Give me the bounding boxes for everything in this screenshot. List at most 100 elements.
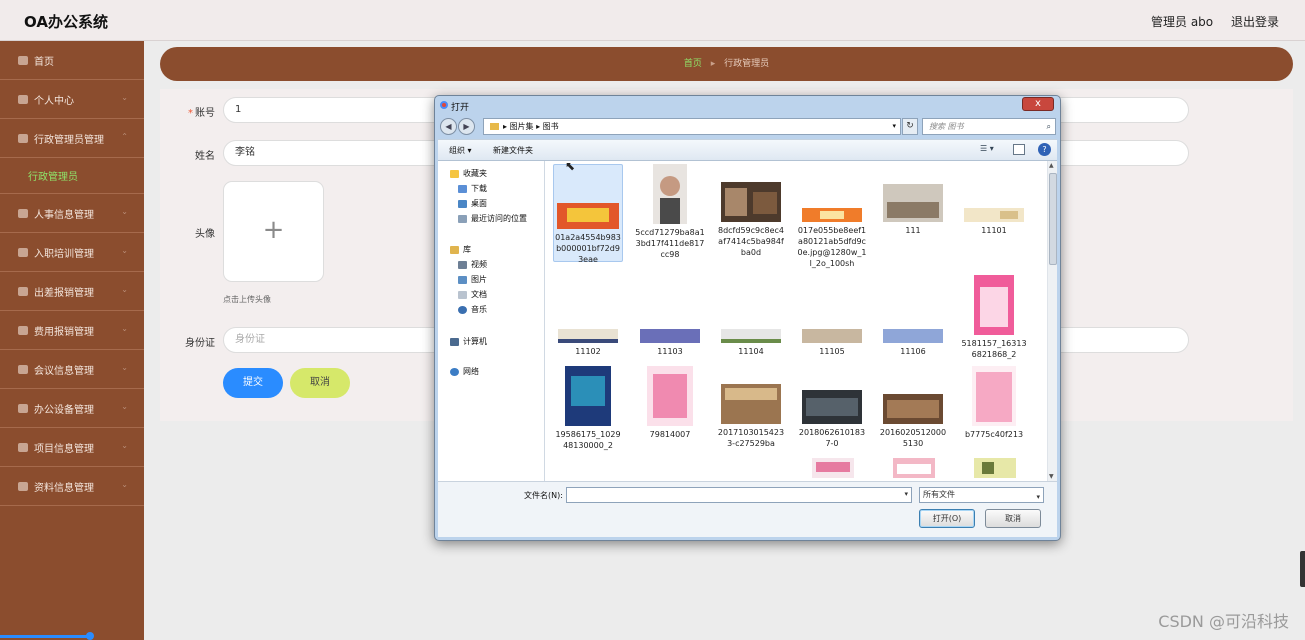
sidebar: 首页 个人中心 ⌄ 行政管理员管理 ⌃ 行政管理员 人事信息管理 ⌄ 入职培训管理 ⌄ … xyxy=(0,41,144,640)
image-thumbnail xyxy=(802,329,862,343)
image-thumbnail xyxy=(558,329,618,343)
nav-downloads[interactable]: 下载 xyxy=(458,183,487,194)
file-item[interactable]: 5ccd71279ba8a13bd17f411de817cc98 xyxy=(635,164,705,260)
file-item[interactable]: 19586175_102948130000_2 xyxy=(553,366,623,451)
account-label: * 账号 xyxy=(188,108,215,119)
chevron-down-icon[interactable]: ▾ xyxy=(1036,490,1040,504)
scroll-up-icon[interactable]: ▲ xyxy=(1049,162,1054,169)
dialog-cancel-button[interactable]: 取消 xyxy=(985,509,1041,528)
nav-library[interactable]: 库 xyxy=(450,244,471,255)
dialog-title: 打开 xyxy=(451,103,470,113)
address-bar[interactable]: ▸ 图片集 ▸ 图书 ▾ xyxy=(483,118,901,135)
breadcrumb-home[interactable]: 首页 xyxy=(684,59,702,69)
file-item[interactable]: 8dcfd59c9c8ec4af7414c5ba984fba0d xyxy=(716,164,786,258)
file-item[interactable]: b7775c40f213 xyxy=(959,366,1029,440)
avatar-tip: 点击上传头像 xyxy=(223,295,271,304)
help-button[interactable]: ? xyxy=(1038,143,1051,156)
path-segment-1[interactable]: 图片集 xyxy=(510,122,534,131)
sidebar-item-meeting[interactable]: 会议信息管理 ⌄ xyxy=(0,350,144,389)
image-thumbnail xyxy=(974,458,1016,478)
mouse-cursor-icon: ⬉ xyxy=(565,159,576,173)
new-folder-button[interactable]: 新建文件夹 xyxy=(493,145,533,156)
sidebar-scrollbar[interactable] xyxy=(0,635,92,638)
avatar-upload[interactable]: + xyxy=(223,181,324,282)
file-item[interactable]: 11102 xyxy=(553,321,623,357)
idcard-label: 身份证 xyxy=(185,338,215,349)
nav-network[interactable]: 网络 xyxy=(450,366,479,377)
chrome-icon xyxy=(440,101,448,109)
sidebar-item-admin[interactable]: 行政管理员管理 ⌃ xyxy=(0,119,144,158)
dialog-toolbar: 组织 ▾ 新建文件夹 ☰ ▾ ? xyxy=(438,139,1057,161)
nav-favorites[interactable]: 收藏夹 xyxy=(450,168,487,179)
file-item[interactable]: 01a2a4554b983b000001bf72d93eae xyxy=(553,164,623,264)
logout-link[interactable]: 退出登录 xyxy=(1231,15,1279,29)
scroll-thumb[interactable] xyxy=(1049,173,1057,265)
sidebar-item-home[interactable]: 首页 xyxy=(0,41,144,80)
file-item[interactable]: 017e055be8eef1a80121ab5dfd9c0e.jpg@1280w… xyxy=(797,164,867,269)
nav-recent[interactable]: 最近访问的位置 xyxy=(458,213,527,224)
side-widget[interactable] xyxy=(1300,551,1305,587)
back-button[interactable]: ◀ xyxy=(440,118,457,135)
dialog-bottom: 文件名(N): ▾ 所有文件 ▾ 打开(O) 取消 xyxy=(438,481,1057,537)
open-button[interactable]: 打开(O) xyxy=(919,509,975,528)
sidebar-subitem-admin[interactable]: 行政管理员 xyxy=(0,158,144,194)
sidebar-item-project[interactable]: 项目信息管理 ⌄ xyxy=(0,428,144,467)
file-item[interactable]: 11104 xyxy=(716,321,786,357)
user-label: 管理员 abo xyxy=(1151,15,1214,29)
image-thumbnail xyxy=(883,394,943,424)
file-item[interactable]: 11103 xyxy=(635,321,705,357)
sidebar-item-training[interactable]: 入职培训管理 ⌄ xyxy=(0,233,144,272)
chevron-down-icon[interactable]: ▾ xyxy=(892,119,896,134)
sidebar-item-hr[interactable]: 人事信息管理 ⌄ xyxy=(0,194,144,233)
forward-button[interactable]: ▶ xyxy=(458,118,475,135)
organize-menu[interactable]: 组织 ▾ xyxy=(449,145,472,156)
image-thumbnail xyxy=(883,329,943,343)
image-thumbnail xyxy=(721,329,781,343)
people-icon xyxy=(18,208,28,218)
file-item[interactable]: 5181157_163136821868_2 xyxy=(959,275,1029,360)
file-item[interactable]: 79814007 xyxy=(635,366,705,440)
nav-documents[interactable]: 文档 xyxy=(458,289,487,300)
sidebar-item-profile[interactable]: 个人中心 ⌄ xyxy=(0,80,144,119)
file-list-scrollbar[interactable]: ▲ ▼ xyxy=(1047,161,1057,481)
file-item[interactable]: 20180626101837-0 xyxy=(797,366,867,449)
refresh-button[interactable]: ↻ xyxy=(902,118,918,135)
filename-label: 文件名(N): xyxy=(524,491,563,500)
file-item[interactable]: 20160205120005130 xyxy=(878,366,948,449)
file-item[interactable]: 20171030154233-c27529ba xyxy=(716,366,786,449)
sidebar-item-equipment[interactable]: 办公设备管理 ⌄ xyxy=(0,389,144,428)
nav-desktop[interactable]: 桌面 xyxy=(458,198,487,209)
project-icon xyxy=(18,442,28,452)
send-icon xyxy=(18,247,28,257)
scroll-down-icon[interactable]: ▼ xyxy=(1049,473,1054,480)
cancel-button[interactable]: 取消 xyxy=(290,368,350,398)
user-icon xyxy=(18,94,28,104)
filetype-select[interactable]: 所有文件 ▾ xyxy=(919,487,1044,503)
dialog-close-button[interactable]: x xyxy=(1022,97,1054,111)
file-item[interactable]: 11105 xyxy=(797,321,867,357)
image-thumbnail xyxy=(647,366,693,426)
image-thumbnail xyxy=(557,203,619,229)
file-item[interactable]: 111 xyxy=(878,164,948,236)
admin-icon xyxy=(18,133,28,143)
filename-input[interactable]: ▾ xyxy=(566,487,912,503)
file-item[interactable]: 11101 xyxy=(959,164,1029,236)
nav-computer[interactable]: 计算机 xyxy=(450,336,487,347)
nav-music[interactable]: 音乐 xyxy=(458,304,487,315)
file-open-dialog: 打开 x ◀ ▶ ▸ 图片集 ▸ 图书 ▾ ↻ 搜索 图书 ⌕ 组织 ▾ 新建文件… xyxy=(434,95,1061,541)
view-menu[interactable]: ☰ ▾ xyxy=(980,144,1004,156)
nav-videos[interactable]: 视频 xyxy=(458,259,487,270)
chevron-down-icon: ⌄ xyxy=(121,441,128,450)
file-item[interactable]: 11106 xyxy=(878,321,948,357)
sidebar-scroll-handle[interactable] xyxy=(86,632,94,640)
preview-pane-toggle[interactable] xyxy=(1013,144,1025,155)
search-input[interactable]: 搜索 图书 ⌕ xyxy=(922,118,1056,135)
sidebar-item-travel[interactable]: 出差报销管理 ⌄ xyxy=(0,272,144,311)
sidebar-item-docs[interactable]: 资料信息管理 ⌄ xyxy=(0,467,144,506)
path-segment-2[interactable]: 图书 xyxy=(543,122,559,131)
image-thumbnail xyxy=(964,208,1024,222)
submit-button[interactable]: 提交 xyxy=(223,368,283,398)
nav-pictures[interactable]: 图片 xyxy=(458,274,487,285)
sidebar-item-expense[interactable]: 费用报销管理 ⌄ xyxy=(0,311,144,350)
chevron-down-icon[interactable]: ▾ xyxy=(904,490,908,498)
